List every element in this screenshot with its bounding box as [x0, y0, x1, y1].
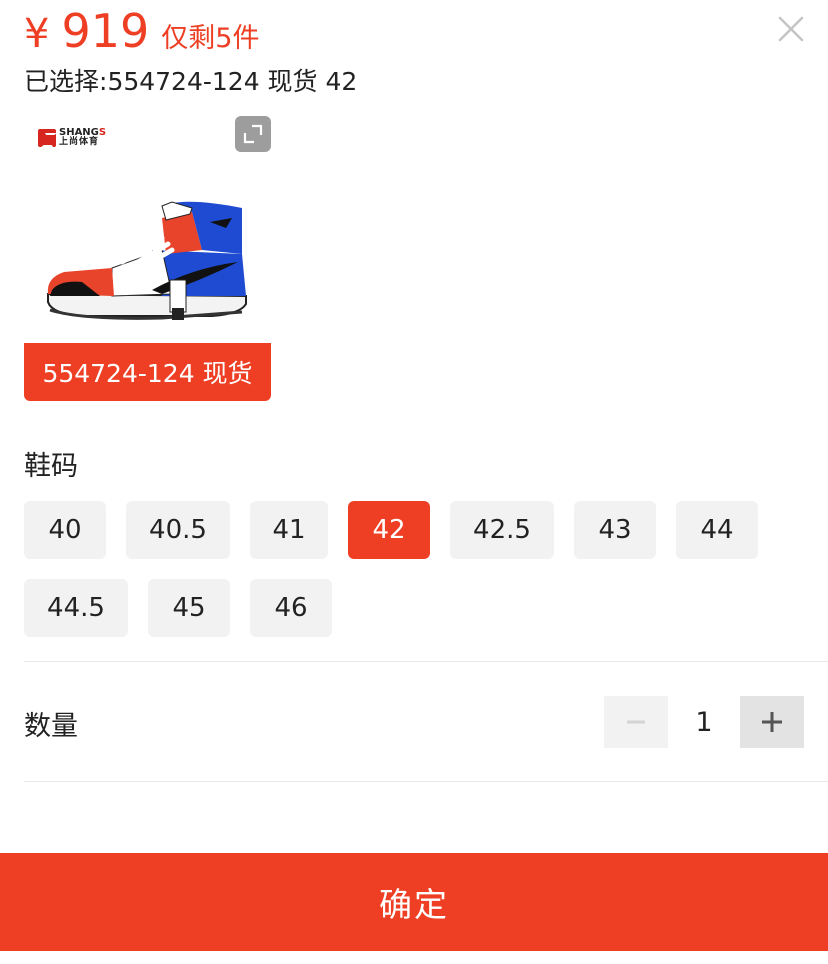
selected-summary: 已选择: 554724-124 现货 42 — [24, 62, 357, 98]
stock-note: 仅剩5件 — [161, 23, 260, 54]
close-button[interactable] — [772, 10, 810, 48]
price: 919 — [61, 4, 150, 58]
plus-icon — [762, 712, 782, 732]
size-option[interactable]: 41 — [250, 501, 328, 559]
quantity-increase-button[interactable] — [740, 696, 804, 748]
quantity-value[interactable]: 1 — [668, 696, 740, 748]
size-option[interactable]: 44 — [676, 501, 758, 559]
quantity-label: 数量 — [24, 711, 78, 742]
close-icon — [778, 16, 804, 42]
currency-symbol: ¥ — [24, 11, 50, 57]
expand-icon — [243, 124, 263, 144]
size-section-title: 鞋码 — [24, 451, 78, 482]
size-option[interactable]: 43 — [574, 501, 656, 559]
size-option[interactable]: 40.5 — [126, 501, 230, 559]
sku-selector-sheet: ¥ 919 仅剩5件 已选择: 554724-124 现货 42 SHANGS … — [0, 0, 828, 964]
brand-logo: SHANGS 上尚体育 — [38, 128, 106, 147]
size-option[interactable]: 45 — [148, 579, 230, 637]
brand-mark-icon — [38, 128, 56, 147]
size-option[interactable]: 42.5 — [450, 501, 554, 559]
variant-option-selected[interactable]: 554724-124 现货 — [24, 343, 271, 401]
shoe-image — [47, 201, 247, 320]
price-row: ¥ 919 仅剩5件 — [24, 4, 259, 58]
minus-icon — [627, 720, 645, 724]
size-option[interactable]: 46 — [250, 579, 332, 637]
expand-button[interactable] — [235, 116, 271, 152]
quantity-decrease-button[interactable] — [604, 696, 668, 748]
size-option[interactable]: 40 — [24, 501, 106, 559]
confirm-button[interactable]: 确定 — [0, 853, 828, 951]
product-thumbnail[interactable]: SHANGS 上尚体育 — [24, 108, 272, 344]
selected-prefix: 已选择: — [24, 67, 108, 96]
size-option[interactable]: 44.5 — [24, 579, 128, 637]
selected-value: 554724-124 现货 42 — [107, 67, 358, 96]
divider — [24, 661, 828, 662]
size-option-selected[interactable]: 42 — [348, 501, 430, 559]
divider — [24, 781, 828, 782]
